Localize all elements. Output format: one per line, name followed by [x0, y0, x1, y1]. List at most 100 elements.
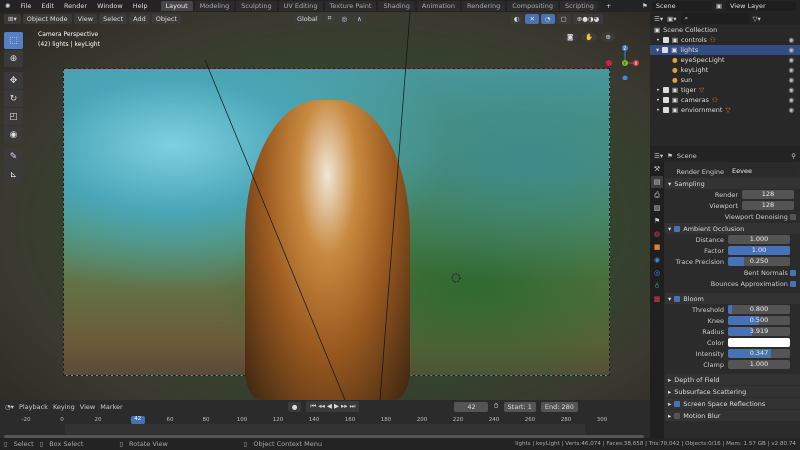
exclude-checkbox[interactable] [662, 97, 669, 103]
pan-hand-icon[interactable]: ✋ [581, 32, 598, 42]
visibility-eye-icon[interactable]: ◉ [788, 56, 794, 64]
camera-view-icon[interactable]: ◙ [563, 32, 578, 42]
timeline-track[interactable] [65, 424, 585, 434]
tab-rendering[interactable]: Rendering [462, 1, 506, 11]
menu-edit[interactable]: Edit [36, 2, 59, 10]
scene-selector[interactable]: Scene [651, 1, 712, 11]
orientation-selector[interactable]: Global [292, 13, 322, 24]
bent-normals-checkbox[interactable] [790, 269, 796, 276]
select-box-tool-icon[interactable]: ⬚ [4, 32, 23, 49]
outliner-item-keylight[interactable]: ● keyLight ◉ [650, 65, 800, 75]
visibility-eye-icon[interactable]: ◉ [788, 76, 794, 84]
outliner-item-eyespeclight[interactable]: ● eyeSpecLight ◉ [650, 55, 800, 65]
outliner-item-lights[interactable]: ▾ ▣ lights ◉ [650, 45, 800, 55]
rotate-tool-icon[interactable]: ↻ [4, 90, 23, 107]
annotate-tool-icon[interactable]: ✎ [4, 148, 23, 165]
proportional-icon[interactable]: ∧ [353, 13, 366, 24]
tool-tab-icon[interactable]: ⚒ [651, 163, 663, 175]
navigation-gizmo[interactable]: Z Y X [600, 40, 640, 80]
menu-select[interactable]: Select [99, 13, 128, 24]
tab-scripting[interactable]: Scripting [559, 1, 599, 11]
outliner-item-controls[interactable]: • ▣ controls ⚇ ◉ [650, 35, 800, 45]
overlay-toggle-icon[interactable]: ◔ [540, 13, 555, 24]
outliner-item-tiger[interactable]: • ▣ tiger ▽ ◉ [650, 85, 800, 95]
transform-tool-icon[interactable]: ◉ [4, 126, 23, 143]
pivot-icon[interactable]: ⌗ [323, 13, 336, 24]
panel-screen-space-reflections[interactable]: ▸ Screen Space Reflections [665, 398, 800, 409]
pin-icon[interactable]: ⚲ [791, 152, 796, 160]
visibility-eye-icon[interactable]: ◉ [788, 106, 794, 114]
view-layer-selector[interactable]: View Layer [726, 1, 796, 11]
gizmo-toggle-icon[interactable]: ✕ [525, 13, 539, 24]
panel-depth-of-field[interactable]: ▸ Depth of Field [665, 374, 800, 385]
menu-view[interactable]: View [73, 13, 98, 24]
menu-help[interactable]: Help [128, 2, 153, 10]
visibility-icon[interactable]: ◐ [509, 13, 524, 24]
measure-tool-icon[interactable]: ⊾ [4, 166, 23, 183]
panel-subsurface-scattering[interactable]: ▸ Subsurface Scattering [665, 386, 800, 397]
render-tab-icon[interactable]: ▤ [651, 176, 663, 188]
scene-collection[interactable]: ▣ Scene Collection [650, 25, 800, 35]
exclude-checkbox[interactable] [662, 47, 669, 53]
bounces-approx-checkbox[interactable] [790, 280, 796, 287]
filter-icon[interactable]: ▽▾ [753, 15, 761, 23]
view-layer-icon[interactable]: ▣ [716, 2, 722, 10]
scene-icon[interactable]: ⚑ [642, 2, 648, 10]
viewport-denoising-checkbox[interactable] [790, 213, 796, 220]
view-layer-tab-icon[interactable]: ▨ [651, 202, 663, 214]
scale-tool-icon[interactable]: ◰ [4, 108, 23, 125]
playhead[interactable]: 42 [130, 416, 145, 424]
ssr-checkbox[interactable] [674, 400, 681, 407]
ao-checkbox[interactable] [674, 225, 681, 232]
3d-viewport[interactable]: ⬚ ⊕ ✥ ↻ ◰ ◉ ✎ ⊾ Camera Perspective (42) … [0, 12, 650, 400]
ao-trace-precision-slider[interactable]: 0.250 [728, 257, 790, 266]
tab-layout[interactable]: Layout [160, 1, 193, 11]
texture-tab-icon[interactable]: ▩ [651, 293, 663, 305]
world-tab-icon[interactable]: ◍ [651, 228, 663, 240]
bloom-radius-slider[interactable]: 3.919 [728, 327, 790, 336]
tab-shading[interactable]: Shading [378, 1, 415, 11]
menu-render[interactable]: Render [59, 2, 92, 10]
menu-object[interactable]: Object [151, 13, 181, 24]
bloom-intensity-slider[interactable]: 0.347 [728, 349, 790, 358]
visibility-eye-icon[interactable]: ◉ [788, 86, 794, 94]
blender-logo-icon[interactable]: ✺ [0, 2, 15, 10]
tab-uv-editing[interactable]: UV Editing [278, 1, 323, 11]
bloom-checkbox[interactable] [674, 295, 681, 302]
panel-ambient-occlusion[interactable]: ▾ Ambient Occlusion [665, 223, 800, 234]
panel-motion-blur[interactable]: ▸ Motion Blur [665, 410, 800, 421]
expand-arrow-icon[interactable]: • [656, 86, 660, 94]
bloom-threshold-slider[interactable]: 0.800 [728, 305, 790, 314]
motion-blur-checkbox[interactable] [674, 412, 681, 419]
scene-tab-icon[interactable]: ⚑ [651, 215, 663, 227]
filter-type-icon[interactable]: ▣▾ [667, 15, 676, 23]
bloom-color-swatch[interactable] [728, 338, 790, 347]
exclude-checkbox[interactable] [662, 37, 669, 43]
expand-arrow-icon[interactable]: • [656, 96, 660, 104]
tab-texture-paint[interactable]: Texture Paint [324, 1, 377, 11]
add-workspace-button[interactable]: + [601, 2, 616, 10]
expand-arrow-icon[interactable]: • [656, 36, 660, 44]
visibility-eye-icon[interactable]: ◉ [788, 96, 794, 104]
modifier-tab-icon[interactable]: ◉ [651, 254, 663, 266]
exclude-checkbox[interactable] [662, 87, 669, 93]
tab-sculpting[interactable]: Sculpting [236, 1, 277, 11]
exclude-checkbox[interactable] [662, 107, 669, 113]
expand-arrow-icon[interactable]: ▾ [656, 46, 659, 54]
ao-distance-field[interactable]: 1.000 [728, 235, 790, 244]
editor-type-icon[interactable]: ⊞▾ [4, 13, 21, 24]
snap-icon[interactable]: ◎ [337, 13, 352, 24]
bloom-knee-slider[interactable]: 0.500 [728, 316, 790, 325]
bloom-clamp-field[interactable]: 1.000 [728, 360, 790, 369]
outliner-item-sun[interactable]: ● sun ◉ [650, 75, 800, 85]
tab-modeling[interactable]: Modeling [194, 1, 235, 11]
display-mode-icon[interactable]: ☰▾ [654, 15, 663, 23]
xray-icon[interactable]: ▢ [556, 13, 571, 24]
outliner-item-cameras[interactable]: • ▣ cameras ⚇ ◉ [650, 95, 800, 105]
outliner-item-enviornment[interactable]: • ▣ enviornment ▽ ◉ [650, 105, 800, 115]
tab-animation[interactable]: Animation [416, 1, 461, 11]
ao-factor-slider[interactable]: 1.00 [728, 246, 790, 255]
visibility-eye-icon[interactable]: ◉ [788, 36, 794, 44]
shading-modes-icon[interactable]: ⊕●◑◕ [572, 13, 604, 24]
editor-type-icon[interactable]: ☰▾ [654, 152, 663, 160]
